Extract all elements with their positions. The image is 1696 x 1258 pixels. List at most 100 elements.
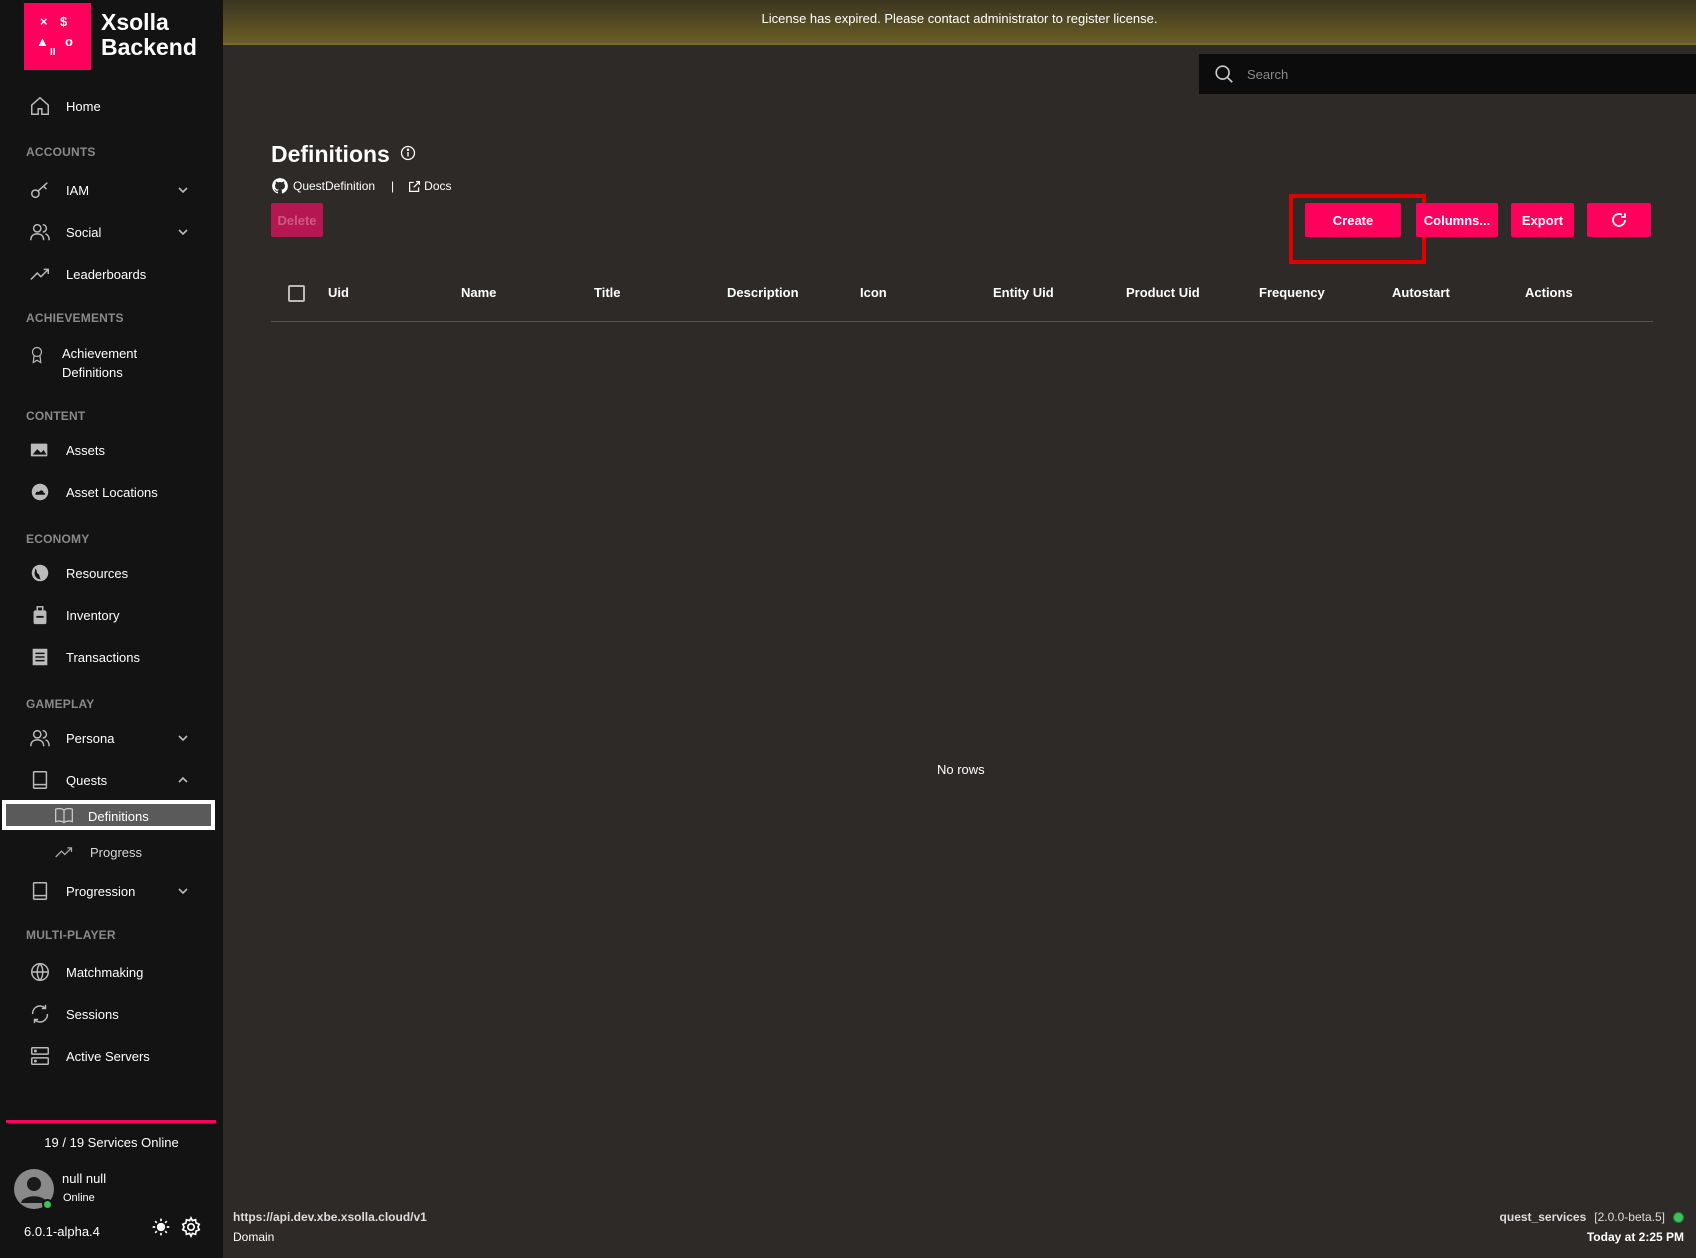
column-header-title[interactable]: Title: [594, 285, 621, 300]
sidebar-item-label: IAM: [66, 182, 90, 198]
sidebar-item-achievement-definitions[interactable]: Achievement Definitions: [0, 340, 223, 386]
domain-label: Domain: [233, 1230, 275, 1244]
user-name: null null: [62, 1171, 107, 1186]
home-icon: [31, 96, 49, 115]
sidebar-item-inventory[interactable]: Inventory: [0, 595, 223, 635]
sidebar-item-persona[interactable]: Persona: [0, 718, 223, 758]
key-icon: [31, 182, 48, 199]
search-bar[interactable]: [1199, 54, 1696, 94]
sidebar-item-label: Matchmaking: [66, 964, 144, 980]
sidebar-item-label: Assets: [66, 442, 106, 458]
service-status-dot: [1673, 1211, 1684, 1223]
section-accounts: ACCOUNTS: [26, 145, 96, 159]
info-icon[interactable]: [400, 145, 416, 161]
page-title: Definitions: [271, 141, 390, 167]
brand-name: Xsolla Backend: [101, 9, 197, 60]
sidebar: × $ ▲ o II Xsolla Backend Home ACCOUNTS …: [0, 0, 223, 1258]
chevron-up-icon: [178, 776, 188, 783]
book-icon: [32, 771, 48, 789]
docs-link[interactable]: Docs: [424, 179, 451, 193]
services-online-status: 19 / 19 Services Online: [44, 1135, 179, 1150]
section-content: CONTENT: [26, 409, 86, 423]
sidebar-item-label: Active Servers: [66, 1048, 150, 1064]
api-url: https://api.dev.xbe.xsolla.cloud/v1: [233, 1210, 427, 1224]
empty-table-message: No rows: [937, 762, 985, 777]
trending-up-icon: [55, 847, 73, 858]
sidebar-item-quests-progress[interactable]: Progress: [0, 838, 223, 866]
sidebar-item-transactions[interactable]: Transactions: [0, 637, 223, 677]
cloud-icon: [31, 483, 49, 501]
create-button[interactable]: Create: [1305, 203, 1401, 237]
server-icon: [31, 1047, 49, 1065]
search-icon: [1215, 65, 1233, 83]
refresh-icon: [31, 1004, 49, 1024]
column-header-entity-uid[interactable]: Entity Uid: [993, 285, 1054, 300]
sidebar-item-iam[interactable]: IAM: [0, 170, 223, 210]
license-banner: License has expired. Please contact admi…: [223, 0, 1696, 45]
column-header-frequency[interactable]: Frequency: [1259, 285, 1325, 300]
sidebar-item-matchmaking[interactable]: Matchmaking: [0, 952, 223, 992]
images-icon: [30, 443, 48, 457]
github-link[interactable]: QuestDefinition: [293, 179, 375, 193]
resource-links: QuestDefinition | Docs: [271, 176, 452, 196]
sidebar-item-label: Leaderboards: [66, 266, 147, 282]
select-all-checkbox[interactable]: [288, 285, 305, 302]
sidebar-item-label: Asset Locations: [66, 484, 158, 500]
column-header-actions[interactable]: Actions: [1525, 285, 1573, 300]
sidebar-item-label: Resources: [66, 565, 129, 581]
globe-icon: [31, 564, 49, 582]
sidebar-item-label: Progression: [66, 883, 136, 899]
sidebar-item-social[interactable]: Social: [0, 212, 223, 252]
column-header-name[interactable]: Name: [461, 285, 496, 300]
book-icon: [32, 882, 48, 900]
sidebar-item-label: Transactions: [66, 649, 140, 665]
sidebar-item-resources[interactable]: Resources: [0, 553, 223, 593]
globe-icon: [31, 963, 49, 982]
sidebar-item-sessions[interactable]: Sessions: [0, 994, 223, 1034]
sidebar-item-label: Sessions: [66, 1006, 119, 1022]
user-status: Online: [63, 1192, 95, 1204]
sidebar-item-leaderboards[interactable]: Leaderboards: [0, 254, 223, 294]
link-separator: |: [391, 179, 395, 193]
table-header: Uid Name Title Description Icon Entity U…: [271, 270, 1653, 322]
sidebar-item-label: Achievement Definitions: [62, 346, 138, 380]
sidebar-item-quests[interactable]: Quests: [0, 760, 223, 800]
section-gameplay: GAMEPLAY: [26, 697, 95, 711]
export-button[interactable]: Export: [1511, 203, 1574, 237]
delete-button[interactable]: Delete: [271, 203, 323, 237]
chevron-down-icon: [178, 187, 188, 194]
column-header-uid[interactable]: Uid: [328, 285, 349, 300]
search-input[interactable]: [1247, 62, 1667, 86]
app-version: 6.0.1-alpha.4: [24, 1224, 100, 1239]
external-link-icon[interactable]: [408, 180, 421, 193]
sun-icon[interactable]: [151, 1217, 171, 1237]
sidebar-item-asset-locations[interactable]: Asset Locations: [0, 472, 223, 512]
sidebar-item-label: Home: [66, 98, 101, 114]
sidebar-item-label: Definitions: [88, 809, 149, 824]
sidebar-item-progression[interactable]: Progression: [0, 871, 223, 911]
xsolla-logo-icon[interactable]: × $ ▲ o II: [24, 3, 91, 70]
column-header-autostart[interactable]: Autostart: [1392, 285, 1450, 300]
receipt-icon: [32, 648, 48, 666]
online-status-dot: [42, 1199, 53, 1210]
section-multiplayer: MULTI-PLAYER: [26, 928, 116, 942]
github-icon[interactable]: [271, 177, 289, 195]
column-header-description[interactable]: Description: [727, 285, 799, 300]
columns-button[interactable]: Columns...: [1416, 203, 1498, 237]
sidebar-item-quests-definitions[interactable]: Definitions: [2, 800, 215, 830]
sidebar-item-home[interactable]: Home: [0, 86, 223, 126]
users-icon: [30, 223, 50, 241]
gear-icon[interactable]: [180, 1216, 202, 1238]
column-header-product-uid[interactable]: Product Uid: [1126, 285, 1200, 300]
column-header-icon[interactable]: Icon: [860, 285, 887, 300]
sidebar-item-label: Quests: [66, 772, 108, 788]
sidebar-item-active-servers[interactable]: Active Servers: [0, 1036, 223, 1076]
sidebar-item-assets[interactable]: Assets: [0, 430, 223, 470]
refresh-button[interactable]: [1587, 203, 1651, 237]
timestamp: Today at 2:25 PM: [1586, 1230, 1684, 1244]
service-version: [2.0.0-beta.5]: [1594, 1210, 1665, 1224]
users-icon: [30, 729, 50, 747]
chevron-down-icon: [178, 888, 188, 895]
sidebar-item-label: Persona: [66, 730, 115, 746]
section-economy: ECONOMY: [26, 532, 90, 546]
